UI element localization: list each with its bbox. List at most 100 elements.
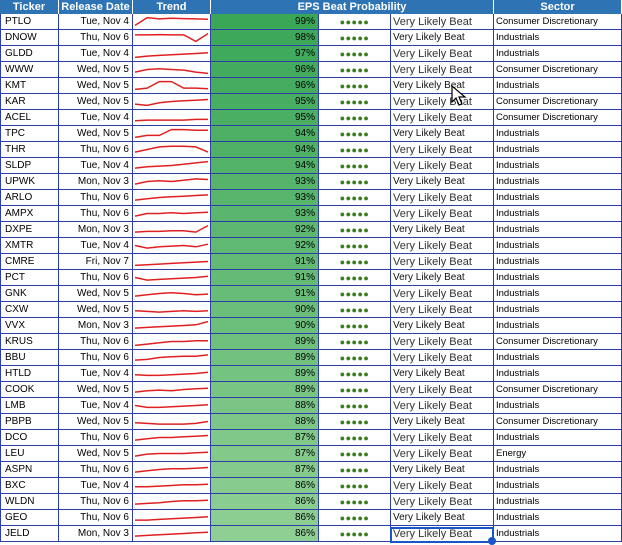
beat-label-cell[interactable]: Very Likely Beat [391,318,494,334]
eps-probability-cell[interactable]: 87% [211,446,319,462]
sector-cell[interactable]: Industrials [494,270,622,286]
release-date-cell[interactable]: Tue, Nov 4 [59,478,133,494]
eps-probability-cell[interactable]: 94% [211,126,319,142]
eps-probability-cell[interactable]: 95% [211,94,319,110]
trend-sparkline-cell[interactable] [133,174,211,190]
ticker-cell[interactable]: GEO [0,510,59,526]
sector-cell[interactable]: Consumer Discretionary [494,110,622,126]
trend-sparkline-cell[interactable] [133,126,211,142]
ticker-cell[interactable]: XMTR [0,238,59,254]
beat-label-cell[interactable]: Very Likely Beat [391,126,494,142]
release-date-cell[interactable]: Thu, Nov 6 [59,510,133,526]
ticker-cell[interactable]: BXC [0,478,59,494]
trend-sparkline-cell[interactable] [133,270,211,286]
trend-sparkline-cell[interactable] [133,366,211,382]
sector-cell[interactable]: Industrials [494,494,622,510]
eps-probability-cell[interactable]: 89% [211,382,319,398]
eps-probability-cell[interactable]: 86% [211,494,319,510]
beat-label-cell[interactable]: Very Likely Beat [391,270,494,286]
beat-label-cell[interactable]: Very Likely Beat [391,302,494,318]
sector-cell[interactable]: Industrials [494,126,622,142]
sector-cell[interactable]: Consumer Discretionary [494,414,622,430]
ticker-cell[interactable]: DXPE [0,222,59,238]
release-date-cell[interactable]: Tue, Nov 4 [59,366,133,382]
eps-probability-cell[interactable]: 86% [211,478,319,494]
release-date-cell[interactable]: Wed, Nov 5 [59,62,133,78]
sector-cell[interactable]: Consumer Discretionary [494,94,622,110]
sector-cell[interactable]: Industrials [494,206,622,222]
ticker-cell[interactable]: TPC [0,126,59,142]
header-trend[interactable]: Trend [133,0,211,14]
trend-sparkline-cell[interactable] [133,62,211,78]
sector-cell[interactable]: Industrials [494,398,622,414]
release-date-cell[interactable]: Tue, Nov 4 [59,238,133,254]
ticker-cell[interactable]: SLDP [0,158,59,174]
sector-cell[interactable]: Industrials [494,478,622,494]
beat-label-cell[interactable]: Very Likely Beat [391,446,494,462]
ticker-cell[interactable]: ACEL [0,110,59,126]
sector-cell[interactable]: Consumer Discretionary [494,334,622,350]
ticker-cell[interactable]: DCO [0,430,59,446]
beat-label-cell[interactable]: Very Likely Beat [391,14,494,30]
sector-cell[interactable]: Industrials [494,174,622,190]
trend-sparkline-cell[interactable] [133,206,211,222]
trend-sparkline-cell[interactable] [133,446,211,462]
trend-sparkline-cell[interactable] [133,478,211,494]
trend-sparkline-cell[interactable] [133,494,211,510]
trend-sparkline-cell[interactable] [133,46,211,62]
eps-probability-cell[interactable]: 93% [211,206,319,222]
beat-label-cell[interactable]: Very Likely Beat [391,334,494,350]
trend-sparkline-cell[interactable] [133,526,211,542]
ticker-cell[interactable]: PTLO [0,14,59,30]
sector-cell[interactable]: Industrials [494,286,622,302]
beat-label-cell[interactable]: Very Likely Beat [391,254,494,270]
beat-label-cell[interactable]: Very Likely Beat [391,158,494,174]
ticker-cell[interactable]: KRUS [0,334,59,350]
release-date-cell[interactable]: Wed, Nov 5 [59,78,133,94]
trend-sparkline-cell[interactable] [133,110,211,126]
release-date-cell[interactable]: Mon, Nov 3 [59,174,133,190]
ticker-cell[interactable]: KMT [0,78,59,94]
eps-probability-cell[interactable]: 97% [211,46,319,62]
ticker-cell[interactable]: AMPX [0,206,59,222]
eps-probability-cell[interactable]: 94% [211,142,319,158]
eps-probability-cell[interactable]: 89% [211,334,319,350]
eps-probability-cell[interactable]: 96% [211,62,319,78]
sector-cell[interactable]: Industrials [494,318,622,334]
beat-label-cell[interactable]: Very Likely Beat [391,190,494,206]
release-date-cell[interactable]: Thu, Nov 6 [59,494,133,510]
header-ticker[interactable]: Ticker [0,0,59,14]
eps-probability-cell[interactable]: 98% [211,30,319,46]
beat-label-cell[interactable]: Very Likely Beat [391,110,494,126]
beat-label-cell[interactable]: Very Likely Beat [391,366,494,382]
trend-sparkline-cell[interactable] [133,222,211,238]
sector-cell[interactable]: Industrials [494,430,622,446]
trend-sparkline-cell[interactable] [133,254,211,270]
sector-cell[interactable]: Industrials [494,462,622,478]
trend-sparkline-cell[interactable] [133,158,211,174]
eps-probability-cell[interactable]: 90% [211,318,319,334]
ticker-cell[interactable]: ARLO [0,190,59,206]
ticker-cell[interactable]: LMB [0,398,59,414]
sector-cell[interactable]: Industrials [494,46,622,62]
release-date-cell[interactable]: Thu, Nov 6 [59,430,133,446]
beat-label-cell[interactable]: Very Likely Beat [391,350,494,366]
release-date-cell[interactable]: Thu, Nov 6 [59,142,133,158]
eps-probability-cell[interactable]: 86% [211,526,319,542]
eps-probability-cell[interactable]: 87% [211,462,319,478]
eps-probability-cell[interactable]: 87% [211,430,319,446]
ticker-cell[interactable]: VVX [0,318,59,334]
trend-sparkline-cell[interactable] [133,430,211,446]
release-date-cell[interactable]: Thu, Nov 6 [59,334,133,350]
ticker-cell[interactable]: LEU [0,446,59,462]
sector-cell[interactable]: Industrials [494,366,622,382]
ticker-cell[interactable]: CMRE [0,254,59,270]
trend-sparkline-cell[interactable] [133,142,211,158]
sector-cell[interactable]: Industrials [494,302,622,318]
sector-cell[interactable]: Industrials [494,158,622,174]
eps-probability-cell[interactable]: 92% [211,238,319,254]
release-date-cell[interactable]: Wed, Nov 5 [59,414,133,430]
beat-label-cell[interactable]: Very Likely Beat [391,30,494,46]
beat-label-cell[interactable]: Very Likely Beat [391,286,494,302]
beat-label-cell[interactable]: Very Likely Beat [391,526,494,542]
